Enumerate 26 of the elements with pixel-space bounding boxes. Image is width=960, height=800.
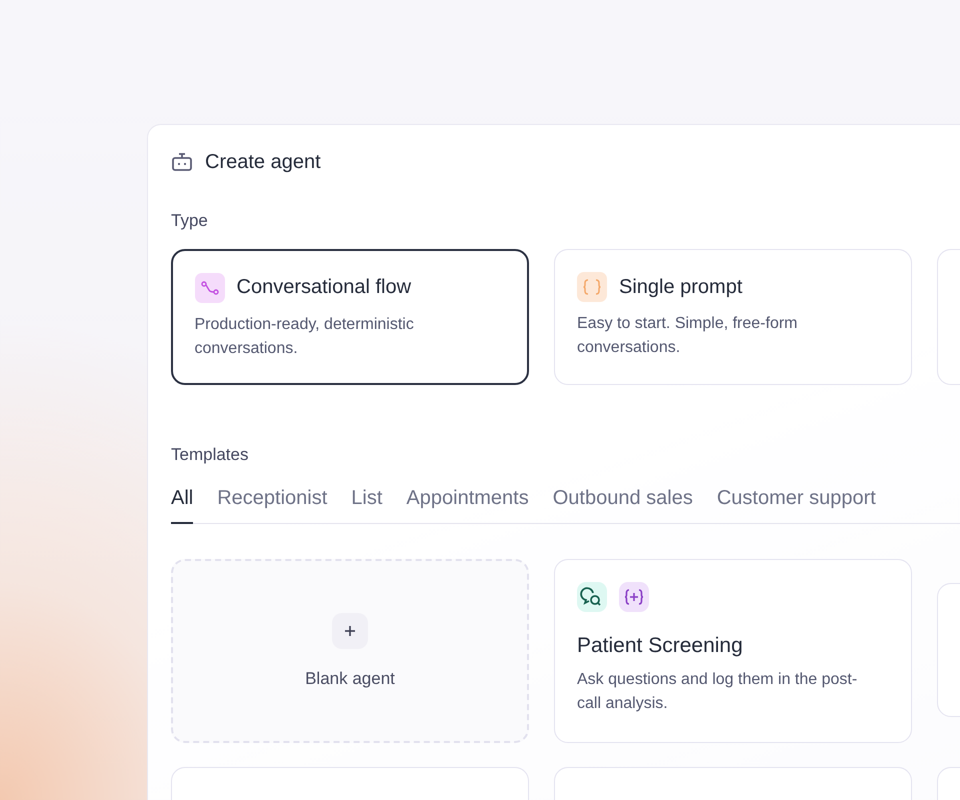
plus-icon: [332, 612, 368, 648]
chat-icon: [577, 582, 607, 612]
type-title: Conversational flow: [236, 276, 412, 299]
braces-icon: [577, 272, 607, 302]
template-title: Patient Screening: [577, 634, 744, 658]
templates-label: Templates: [171, 445, 250, 465]
robot-icon: [171, 152, 193, 172]
type-label: Type: [171, 211, 209, 231]
template-tab[interactable]: All: [171, 487, 194, 524]
template-tab[interactable]: Receptionist: [217, 487, 328, 524]
route-icon: [194, 272, 224, 302]
blank-agent-card[interactable]: Blank agent: [171, 558, 529, 742]
blank-agent-label: Blank agent: [305, 668, 395, 688]
agent-type-card[interactable]: Single prompt Easy to start. Simple, free-form conversations.: [554, 249, 912, 385]
agent-type-card[interactable]: Conversational flow Production-ready, deterministic conversations.: [171, 249, 529, 385]
template-tab[interactable]: List: [351, 487, 382, 524]
template-description: Ask questions and log them in the post-call analysis.: [577, 670, 858, 714]
template-card[interactable]: Patient Screening Ask questions and log them in the post-call analysis.: [554, 558, 912, 742]
panel-title: Create agent: [205, 150, 321, 174]
braces-plus-icon: [619, 582, 649, 612]
type-title: Single prompt: [619, 276, 742, 298]
template-tab[interactable]: Customer support: [716, 487, 876, 524]
template-tab[interactable]: Outbound sales: [552, 487, 693, 524]
template-tab[interactable]: Appointments: [406, 487, 529, 524]
type-description: Production-ready, deterministic conversations.: [194, 314, 415, 358]
type-description: Easy to start. Simple, free-form conversations.: [577, 314, 799, 358]
